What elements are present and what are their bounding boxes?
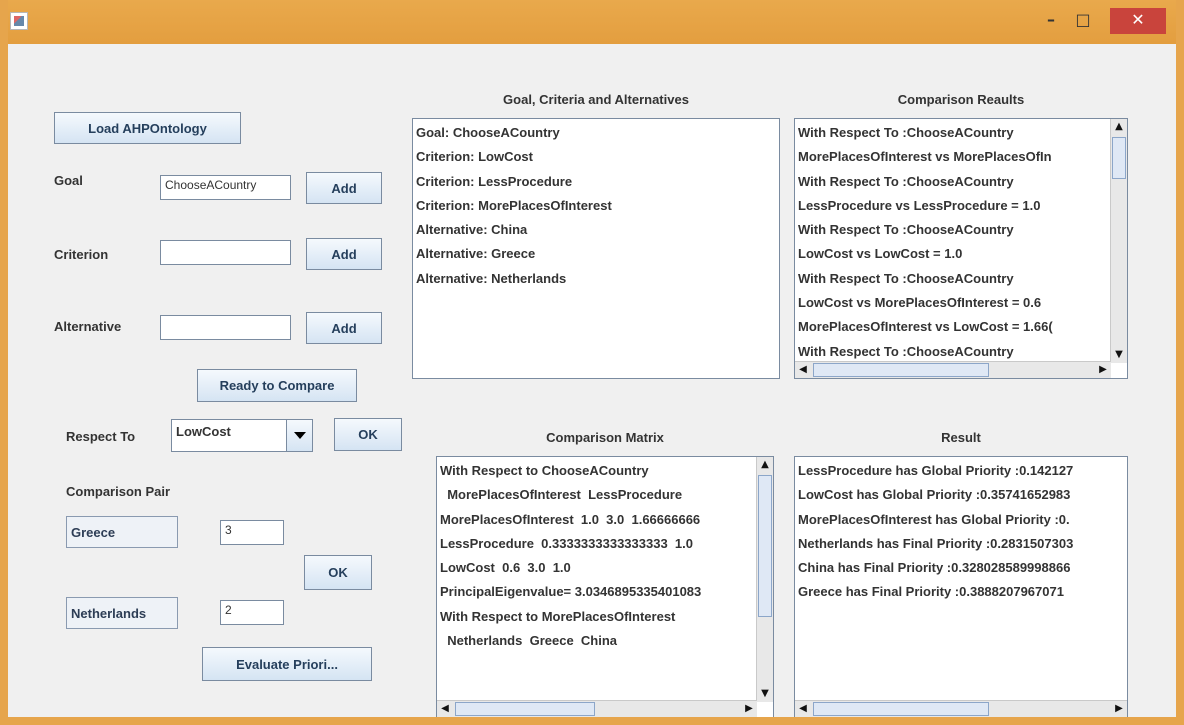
list-item: Greece has Final Priority :0.38882079670… <box>798 584 1064 600</box>
java-app-icon <box>10 12 28 30</box>
list-item: With Respect To :ChooseACountry <box>798 270 1014 286</box>
list-item: Netherlands has Final Priority :0.283150… <box>798 535 1074 551</box>
scroll-right-icon[interactable]: ▶ <box>1111 701 1127 717</box>
result-hscroll[interactable]: ◀ ▶ <box>795 700 1127 717</box>
goal-lines: Goal: ChooseACountry Criterion: LowCost Cr… <box>416 121 612 291</box>
comparison-matrix-title: Comparison Matrix <box>546 430 664 445</box>
list-item: LessProcedure vs LessProcedure = 1.0 <box>798 197 1041 213</box>
respect-to-selected: LowCost <box>176 424 231 439</box>
add-criterion-button[interactable]: Add <box>306 238 382 270</box>
alternative-field[interactable] <box>160 315 291 340</box>
scroll-right-icon[interactable]: ▶ <box>741 701 757 717</box>
scroll-thumb[interactable] <box>813 363 989 377</box>
pair-second-value-field[interactable]: 2 <box>220 600 284 625</box>
criterion-field[interactable] <box>160 240 291 265</box>
alternative-label: Alternative <box>54 319 122 334</box>
load-ontology-button[interactable]: Load AHPOntology <box>54 112 241 144</box>
pair-second-box: Netherlands <box>66 597 178 629</box>
scroll-thumb[interactable] <box>813 702 989 716</box>
scroll-up-icon[interactable]: ▲ <box>757 457 773 473</box>
pair-first-box: Greece <box>66 516 178 548</box>
app-window: – □ ✕ Load AHPOntology Goal ChooseACount… <box>0 0 1184 725</box>
comparison-results-hscroll[interactable]: ◀ ▶ <box>795 361 1111 378</box>
comparison-pair-label: Comparison Pair <box>66 484 171 499</box>
list-item: Netherlands Greece China <box>440 633 618 649</box>
list-item: MorePlacesOfInterest vs LowCost = 1.66( <box>798 319 1053 335</box>
add-alternative-button[interactable]: Add <box>306 312 382 344</box>
list-item: Goal: ChooseACountry <box>416 125 560 140</box>
content-pane: Load AHPOntology Goal ChooseACountry Add… <box>8 44 1176 718</box>
list-item: Alternative: China <box>416 222 528 238</box>
list-item: With Respect to MorePlacesOfInterest <box>440 608 676 624</box>
goal-field[interactable]: ChooseACountry <box>160 175 291 200</box>
comparison-results-vscroll[interactable]: ▲ ▼ <box>1110 119 1127 363</box>
list-item: MorePlacesOfInterest has Global Priority… <box>798 511 1070 527</box>
scroll-thumb[interactable] <box>1112 137 1126 179</box>
pair-ok-button[interactable]: OK <box>304 555 372 590</box>
comparison-results-lines: With Respect To :ChooseACountry MorePlace… <box>798 121 1053 364</box>
scroll-thumb[interactable] <box>455 702 595 716</box>
list-item: Criterion: LessProcedure <box>416 173 573 189</box>
comparison-matrix-lines: With Respect to ChooseACountry MorePlace… <box>440 459 701 653</box>
list-item: LowCost has Global Priority :0.357416529… <box>798 487 1071 503</box>
comparison-results-title: Comparison Reaults <box>897 92 1025 107</box>
result-area[interactable]: LessProcedure has Global Priority :0.142… <box>794 456 1128 718</box>
list-item: Alternative: Netherlands <box>416 270 567 286</box>
scroll-left-icon[interactable]: ◀ <box>437 701 453 717</box>
dropdown-arrow-icon[interactable] <box>286 420 312 451</box>
scroll-left-icon[interactable]: ◀ <box>795 701 811 717</box>
list-item: LessProcedure 0.3333333333333333 1.0 <box>440 535 693 551</box>
scroll-up-icon[interactable]: ▲ <box>1111 119 1127 135</box>
list-item: With Respect To :ChooseACountry <box>798 125 1014 140</box>
pair-first-value-field[interactable]: 3 <box>220 520 284 545</box>
list-item: MorePlacesOfInterest vs MorePlacesOfIn <box>798 149 1052 165</box>
comparison-matrix-vscroll[interactable]: ▲ ▼ <box>756 457 773 702</box>
respect-ok-button[interactable]: OK <box>334 418 402 451</box>
list-item: LowCost vs MorePlacesOfInterest = 0.6 <box>798 295 1042 311</box>
scroll-thumb[interactable] <box>758 475 772 617</box>
list-item: LowCost 0.6 3.0 1.0 <box>440 560 571 576</box>
minimize-button[interactable]: – <box>1036 8 1066 34</box>
respect-to-label: Respect To <box>66 429 136 444</box>
list-item: LowCost vs LowCost = 1.0 <box>798 246 963 262</box>
add-goal-button[interactable]: Add <box>306 172 382 204</box>
list-item: With Respect To :ChooseACountry <box>798 173 1014 189</box>
list-item: PrincipalEigenvalue= 3.0346895335401083 <box>440 584 702 600</box>
goal-label: Goal <box>54 173 83 188</box>
maximize-button[interactable]: □ <box>1066 8 1100 34</box>
comparison-results-list[interactable]: With Respect To :ChooseACountry MorePlace… <box>794 118 1128 379</box>
close-button[interactable]: ✕ <box>1110 8 1166 34</box>
criterion-label: Criterion <box>54 247 109 262</box>
result-title: Result <box>941 430 981 445</box>
list-item: With Respect to ChooseACountry <box>440 463 649 478</box>
comparison-matrix-area[interactable]: With Respect to ChooseACountry MorePlace… <box>436 456 774 718</box>
goal-panel-title: Goal, Criteria and Alternatives <box>503 92 689 107</box>
scroll-down-icon[interactable]: ▼ <box>757 686 773 702</box>
scroll-left-icon[interactable]: ◀ <box>795 362 811 378</box>
comparison-matrix-hscroll[interactable]: ◀ ▶ <box>437 700 757 717</box>
ready-to-compare-button[interactable]: Ready to Compare <box>197 369 357 402</box>
result-lines: LessProcedure has Global Priority :0.142… <box>798 459 1073 605</box>
list-item: Alternative: Greece <box>416 246 536 262</box>
goal-criteria-list[interactable]: Goal: ChooseACountry Criterion: LowCost Cr… <box>412 118 780 379</box>
list-item: LessProcedure has Global Priority :0.142… <box>798 463 1074 478</box>
respect-to-dropdown[interactable]: LowCost <box>171 419 313 452</box>
scroll-down-icon[interactable]: ▼ <box>1111 347 1127 363</box>
scroll-right-icon[interactable]: ▶ <box>1095 362 1111 378</box>
list-item: Criterion: MorePlacesOfInterest <box>416 197 612 213</box>
list-item: With Respect To :ChooseACountry <box>798 222 1014 238</box>
list-item: MorePlacesOfInterest 1.0 3.0 1.66666666 <box>440 511 701 527</box>
list-item: MorePlacesOfInterest LessProcedure <box>440 487 683 503</box>
list-item: China has Final Priority :0.328028589998… <box>798 560 1071 576</box>
title-bar[interactable]: – □ ✕ <box>0 0 1184 44</box>
evaluate-priorities-button[interactable]: Evaluate Priori... <box>202 647 372 681</box>
list-item: Criterion: LowCost <box>416 149 533 165</box>
